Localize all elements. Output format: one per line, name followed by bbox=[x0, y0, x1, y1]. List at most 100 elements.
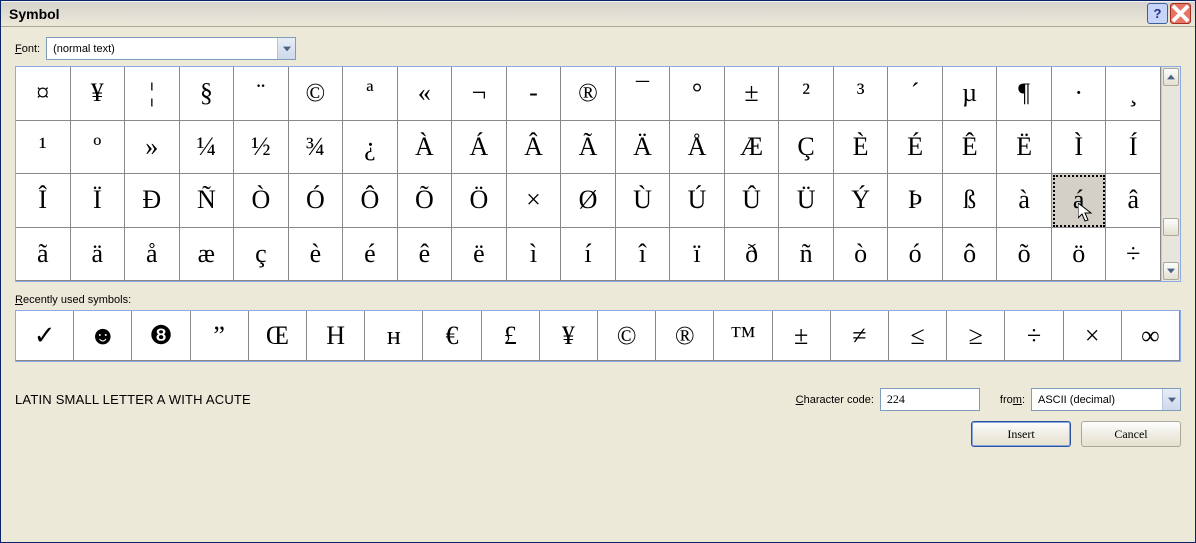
symbol-cell[interactable]: É bbox=[888, 121, 943, 175]
symbol-cell[interactable]: Ü bbox=[779, 174, 834, 228]
symbol-cell[interactable]: õ bbox=[997, 228, 1052, 282]
symbol-cell[interactable]: À bbox=[398, 121, 453, 175]
symbol-cell[interactable]: ¹ bbox=[16, 121, 71, 175]
symbol-cell[interactable]: ª bbox=[343, 67, 398, 121]
symbol-cell[interactable]: ° bbox=[670, 67, 725, 121]
recent-cell[interactable]: ≥ bbox=[947, 311, 1005, 361]
recent-cell[interactable]: ≠ bbox=[831, 311, 889, 361]
symbol-cell[interactable]: ä bbox=[71, 228, 126, 282]
symbol-cell[interactable]: ¾ bbox=[289, 121, 344, 175]
cancel-button[interactable]: Cancel bbox=[1081, 421, 1181, 447]
symbol-cell[interactable]: « bbox=[398, 67, 453, 121]
chevron-down-icon[interactable] bbox=[277, 38, 295, 59]
recent-cell[interactable]: £ bbox=[482, 311, 540, 361]
symbol-cell[interactable]: ö bbox=[1052, 228, 1107, 282]
symbol-cell[interactable]: ô bbox=[943, 228, 998, 282]
symbol-cell[interactable]: ¨ bbox=[234, 67, 289, 121]
recent-cell[interactable]: ÷ bbox=[1005, 311, 1063, 361]
symbol-cell[interactable]: © bbox=[289, 67, 344, 121]
symbol-cell[interactable]: ¤ bbox=[16, 67, 71, 121]
recent-cell[interactable]: ☻ bbox=[74, 311, 132, 361]
char-code-input[interactable] bbox=[880, 388, 980, 411]
symbol-cell[interactable]: Ë bbox=[997, 121, 1052, 175]
symbol-cell[interactable]: Ì bbox=[1052, 121, 1107, 175]
symbol-cell[interactable]: ¶ bbox=[997, 67, 1052, 121]
symbol-cell[interactable]: Đ bbox=[125, 174, 180, 228]
symbol-cell[interactable]: ´ bbox=[888, 67, 943, 121]
symbol-cell[interactable]: Å bbox=[670, 121, 725, 175]
symbol-cell[interactable]: ¸ bbox=[1106, 67, 1161, 121]
symbol-cell[interactable]: í bbox=[561, 228, 616, 282]
symbol-cell[interactable]: Ú bbox=[670, 174, 725, 228]
scroll-down-icon[interactable] bbox=[1163, 262, 1179, 280]
recent-cell[interactable]: ≤ bbox=[889, 311, 947, 361]
symbol-cell[interactable]: ç bbox=[234, 228, 289, 282]
scroll-track[interactable] bbox=[1163, 86, 1179, 262]
recent-cell[interactable]: € bbox=[423, 311, 481, 361]
recent-cell[interactable]: ” bbox=[191, 311, 249, 361]
recent-cell[interactable]: ® bbox=[656, 311, 714, 361]
symbol-cell[interactable]: ÷ bbox=[1106, 228, 1161, 282]
symbol-cell[interactable]: ¿ bbox=[343, 121, 398, 175]
symbol-cell[interactable]: æ bbox=[180, 228, 235, 282]
recent-cell[interactable]: ∞ bbox=[1122, 311, 1180, 361]
help-button[interactable]: ? bbox=[1147, 3, 1168, 24]
symbol-cell[interactable]: Ä bbox=[616, 121, 671, 175]
symbol-cell[interactable]: Þ bbox=[888, 174, 943, 228]
symbol-cell[interactable]: Õ bbox=[398, 174, 453, 228]
symbol-cell[interactable]: é bbox=[343, 228, 398, 282]
symbol-cell[interactable]: à bbox=[997, 174, 1052, 228]
symbol-cell[interactable]: Ò bbox=[234, 174, 289, 228]
symbol-cell[interactable]: » bbox=[125, 121, 180, 175]
close-button[interactable] bbox=[1170, 3, 1191, 24]
symbol-cell[interactable]: Á bbox=[452, 121, 507, 175]
symbol-cell[interactable]: ó bbox=[888, 228, 943, 282]
symbol-cell[interactable]: ð bbox=[725, 228, 780, 282]
symbol-cell[interactable]: ë bbox=[452, 228, 507, 282]
symbol-cell[interactable]: î bbox=[616, 228, 671, 282]
symbol-cell[interactable]: ï bbox=[670, 228, 725, 282]
recent-cell[interactable]: ✓ bbox=[16, 311, 74, 361]
symbol-cell[interactable]: Ñ bbox=[180, 174, 235, 228]
symbol-cell[interactable]: ì bbox=[507, 228, 562, 282]
symbol-cell[interactable]: Î bbox=[16, 174, 71, 228]
symbol-cell[interactable]: µ bbox=[943, 67, 998, 121]
symbol-cell[interactable]: Ï bbox=[71, 174, 126, 228]
symbol-cell[interactable]: ³ bbox=[834, 67, 889, 121]
recent-cell[interactable]: ❽ bbox=[132, 311, 190, 361]
symbol-cell[interactable]: ¦ bbox=[125, 67, 180, 121]
font-combo[interactable]: (normal text) bbox=[46, 37, 296, 60]
symbol-cell[interactable]: ê bbox=[398, 228, 453, 282]
symbol-cell[interactable]: ã bbox=[16, 228, 71, 282]
recent-cell[interactable]: × bbox=[1064, 311, 1122, 361]
symbol-cell[interactable]: è bbox=[289, 228, 344, 282]
symbol-cell[interactable]: Ã bbox=[561, 121, 616, 175]
symbol-cell[interactable]: Ó bbox=[289, 174, 344, 228]
recent-cell[interactable]: ± bbox=[773, 311, 831, 361]
symbol-cell[interactable]: ò bbox=[834, 228, 889, 282]
recent-cell[interactable]: Н bbox=[307, 311, 365, 361]
symbol-cell[interactable]: ß bbox=[943, 174, 998, 228]
symbol-cell[interactable]: ½ bbox=[234, 121, 289, 175]
symbol-cell[interactable]: Â bbox=[507, 121, 562, 175]
recent-cell[interactable]: ™ bbox=[714, 311, 772, 361]
symbol-cell[interactable]: Æ bbox=[725, 121, 780, 175]
symbol-cell[interactable]: å bbox=[125, 228, 180, 282]
symbol-cell[interactable]: ± bbox=[725, 67, 780, 121]
recent-cell[interactable]: Œ bbox=[249, 311, 307, 361]
symbol-cell[interactable]: Ø bbox=[561, 174, 616, 228]
scroll-thumb[interactable] bbox=[1163, 218, 1179, 236]
symbol-cell[interactable]: ¥ bbox=[71, 67, 126, 121]
symbol-cell[interactable]: × bbox=[507, 174, 562, 228]
symbol-cell[interactable]: â bbox=[1106, 174, 1161, 228]
symbol-cell[interactable]: ® bbox=[561, 67, 616, 121]
recent-cell[interactable]: ¥ bbox=[540, 311, 598, 361]
symbol-cell[interactable]: ¼ bbox=[180, 121, 235, 175]
symbol-cell[interactable]: - bbox=[507, 67, 562, 121]
recent-cell[interactable]: © bbox=[598, 311, 656, 361]
symbol-cell[interactable]: º bbox=[71, 121, 126, 175]
symbol-cell[interactable]: á bbox=[1052, 174, 1107, 228]
symbol-cell[interactable]: § bbox=[180, 67, 235, 121]
symbol-cell[interactable]: ² bbox=[779, 67, 834, 121]
from-combo[interactable]: ASCII (decimal) bbox=[1031, 388, 1181, 411]
